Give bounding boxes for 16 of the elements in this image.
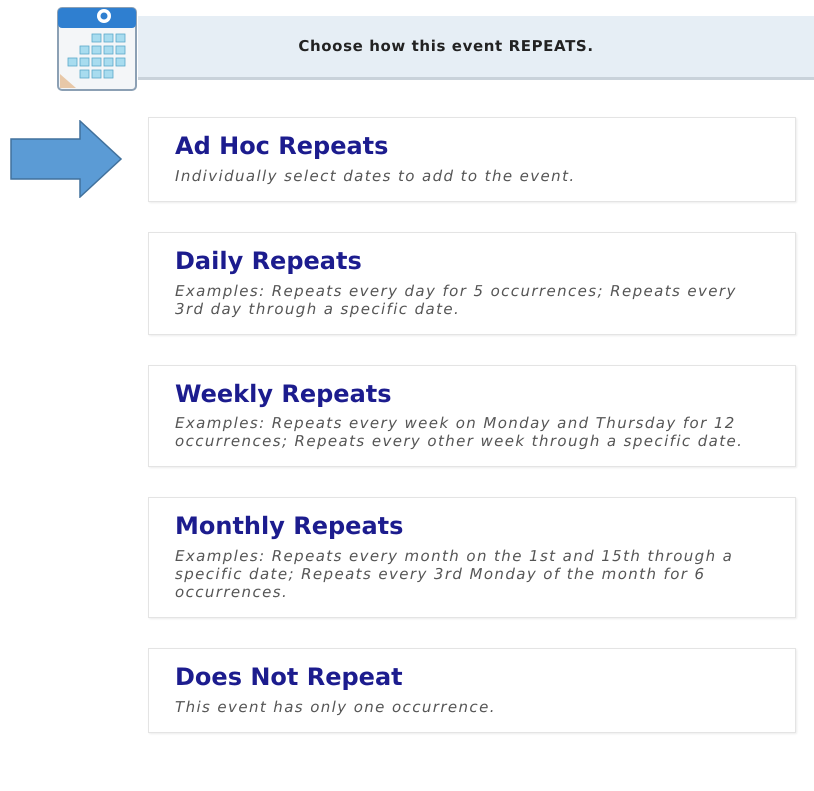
option-description: Examples: Repeats every month on the 1st and 15th through a specific date; Repeats every 3rd Monday of the month for 6 occurrences. <box>175 547 734 602</box>
header-title: Choose how this event REPEATS. <box>298 37 594 55</box>
option-title[interactable]: Does Not Repeat <box>175 663 769 692</box>
option-description: Individually select dates to add to the event. <box>175 166 577 185</box>
option-card[interactable]: Monthly Repeats Examples: Repeats every month on the 1st and 15th through a specific date; Repeats every 3rd Monday of the month for 6 occurrences. <box>148 497 796 618</box>
option-card[interactable]: Ad Hoc Repeats Individually select dates to add to the event. <box>148 117 796 202</box>
option-description: Examples: Repeats every day for 5 occurrences; Repeats every 3rd day through a specific date. <box>175 282 738 318</box>
option-description: This event has only one occurrence. <box>175 698 497 716</box>
option-card[interactable]: Weekly Repeats Examples: Repeats every week on Monday and Thursday for 12 occurrences; Repeats every other week through a specific date. <box>148 364 796 468</box>
option-title[interactable]: Daily Repeats <box>175 246 769 276</box>
option-description: Examples: Repeats every week on Monday and Thursday for 12 occurrences; Repeats every other week through a specific date. <box>175 414 744 450</box>
option-title[interactable]: Monthly Repeats <box>175 512 769 542</box>
option-title[interactable]: Weekly Repeats <box>175 380 769 408</box>
option-card[interactable]: Daily Repeats Examples: Repeats every day for 5 occurrences; Repeats every 3rd day through a specific date. <box>148 232 796 335</box>
option-title[interactable]: Ad Hoc Repeats <box>175 132 769 161</box>
option-card[interactable]: Does Not Repeat This event has only one occurrence. <box>148 648 796 733</box>
